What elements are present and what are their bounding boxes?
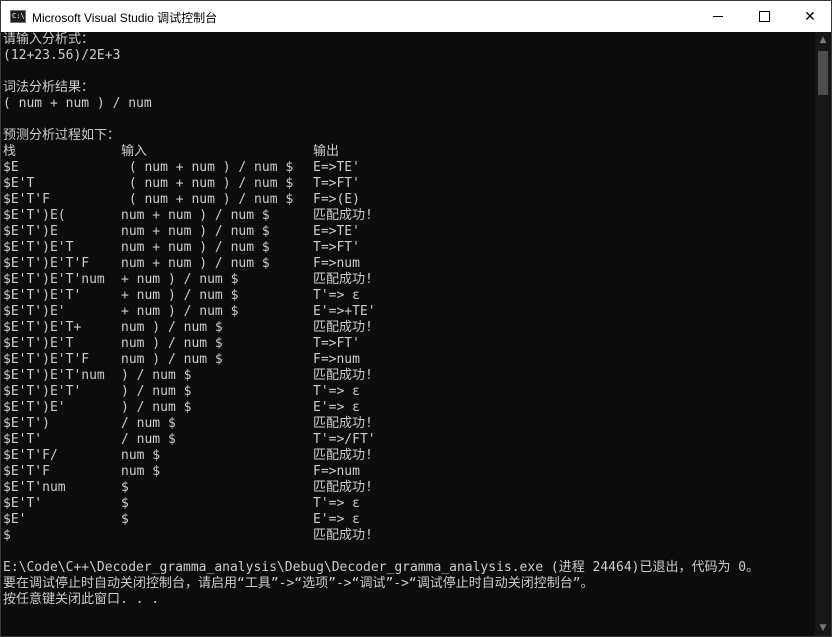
stack-column-header: 栈 — [3, 144, 17, 159]
analysis-output-cell: E=>TE' — [313, 224, 360, 239]
analysis-output-cell: F=>num — [313, 256, 360, 271]
analysis-stack-cell: $E'T')E' — [3, 304, 66, 319]
analysis-stack-cell: $E'T')E'T — [3, 240, 74, 255]
analysis-output-cell: E'=>+TE' — [313, 304, 376, 319]
analysis-output-cell: 匹配成功! — [313, 368, 373, 383]
analysis-output-cell: 匹配成功! — [313, 480, 373, 495]
analysis-stack-cell: $E'T')E'T — [3, 336, 74, 351]
console-line: (12+23.56)/2E+3 — [3, 48, 121, 63]
analysis-stack-cell: $E'T — [3, 176, 35, 191]
vertical-scrollbar[interactable]: ▲ ▼ — [815, 32, 831, 636]
analysis-input-cell: num + num ) / num $ — [121, 208, 270, 223]
analysis-input-cell: ) / num $ — [121, 384, 192, 399]
analysis-stack-cell: $E'T')E — [3, 224, 58, 239]
analysis-output-cell: T'=> ε — [313, 288, 360, 303]
analysis-input-cell: num $ — [121, 464, 161, 479]
analysis-stack-cell: $E' — [3, 512, 27, 527]
input-column-header: 输入 — [121, 144, 148, 159]
analysis-stack-cell: $E'T')E' — [3, 400, 66, 415]
console-line: 预测分析过程如下： — [3, 128, 121, 143]
close-icon: ✕ — [804, 8, 816, 25]
console-line: ( num + num ) / num — [3, 96, 152, 111]
output-column-header: 输出 — [313, 144, 340, 159]
analysis-stack-cell: $ — [3, 528, 11, 543]
analysis-output-cell: 匹配成功! — [313, 528, 373, 543]
analysis-input-cell: ( num + num ) / num $ — [121, 176, 294, 191]
analysis-stack-cell: $E'T')E'T' — [3, 288, 82, 303]
analysis-output-cell: 匹配成功! — [313, 208, 373, 223]
analysis-output-cell: 匹配成功! — [313, 320, 373, 335]
analysis-output-cell: 匹配成功! — [313, 416, 373, 431]
analysis-stack-cell: $E'T')E'T' — [3, 384, 82, 399]
minimize-button[interactable] — [695, 1, 741, 32]
analysis-stack-cell: $E'T' — [3, 496, 43, 511]
analysis-input-cell: num ) / num $ — [121, 320, 223, 335]
close-button[interactable]: ✕ — [787, 1, 831, 32]
analysis-stack-cell: $E'T')E( — [3, 208, 66, 223]
debug-console-window: C:\ Microsoft Visual Studio 调试控制台 ✕ 请输入分… — [0, 0, 832, 637]
analysis-input-cell: + num ) / num $ — [121, 304, 239, 319]
analysis-input-cell: / num $ — [121, 416, 176, 431]
analysis-input-cell: num + num ) / num $ — [121, 256, 270, 271]
scroll-thumb[interactable] — [818, 51, 828, 95]
analysis-input-cell: num + num ) / num $ — [121, 240, 270, 255]
analysis-output-cell: 匹配成功! — [313, 448, 373, 463]
analysis-output-cell: T'=>/FT' — [313, 432, 376, 447]
analysis-stack-cell: $E'T'F — [3, 464, 50, 479]
analysis-stack-cell: $E'T')E'T'num — [3, 272, 105, 287]
console-line: 词法分析结果： — [3, 80, 95, 95]
window-title: Microsoft Visual Studio 调试控制台 — [32, 11, 218, 25]
analysis-stack-cell: $E'T'num — [3, 480, 66, 495]
maximize-icon — [758, 11, 770, 22]
analysis-stack-cell: $E'T')E'T'num — [3, 368, 105, 383]
analysis-input-cell: $ — [121, 496, 129, 511]
console-footer-line: 按任意键关闭此窗口. . . — [3, 592, 160, 607]
maximize-button[interactable] — [741, 1, 787, 32]
analysis-input-cell: / num $ — [121, 432, 176, 447]
analysis-input-cell: $ — [121, 480, 129, 495]
analysis-input-cell: ( num + num ) / num $ — [121, 192, 294, 207]
analysis-stack-cell: $E'T'F — [3, 192, 50, 207]
analysis-input-cell: + num ) / num $ — [121, 288, 239, 303]
analysis-stack-cell: $E — [3, 160, 19, 175]
analysis-output-cell: 匹配成功! — [313, 272, 373, 287]
analysis-input-cell: ) / num $ — [121, 400, 192, 415]
analysis-input-cell: + num ) / num $ — [121, 272, 239, 287]
console-footer-line: E:\Code\C++\Decoder_gramma_analysis\Debu… — [3, 560, 760, 575]
analysis-input-cell: num + num ) / num $ — [121, 224, 270, 239]
analysis-output-cell: T'=> ε — [313, 384, 360, 399]
analysis-output-cell: T=>FT' — [313, 336, 360, 351]
analysis-output-cell: E'=> ε — [313, 512, 360, 527]
analysis-input-cell: num ) / num $ — [121, 336, 223, 351]
console-output[interactable]: 请输入分析式： (12+23.56)/2E+3 词法分析结果：( num + num… — [1, 32, 814, 636]
title-bar[interactable]: C:\ Microsoft Visual Studio 调试控制台 ✕ — [1, 1, 831, 32]
analysis-output-cell: F=>num — [313, 352, 360, 367]
analysis-input-cell: num ) / num $ — [121, 352, 223, 367]
analysis-output-cell: T=>FT' — [313, 240, 360, 255]
analysis-stack-cell: $E'T')E'T+ — [3, 320, 82, 335]
analysis-stack-cell: $E'T'F/ — [3, 448, 58, 463]
console-footer-line: 要在调试停止时自动关闭控制台，请启用“工具”->“选项”->“调试”->“调试停… — [3, 576, 594, 591]
analysis-input-cell: ) / num $ — [121, 368, 192, 383]
analysis-input-cell: num $ — [121, 448, 161, 463]
analysis-output-cell: T=>FT' — [313, 176, 360, 191]
analysis-output-cell: E'=> ε — [313, 400, 360, 415]
analysis-input-cell: $ — [121, 512, 129, 527]
minimize-icon — [713, 16, 723, 17]
analysis-stack-cell: $E'T')E'T'F — [3, 352, 90, 367]
analysis-stack-cell: $E'T' — [3, 432, 43, 447]
analysis-output-cell: F=>(E) — [313, 192, 360, 207]
console-line: 请输入分析式： — [3, 32, 95, 47]
scroll-down-icon[interactable]: ▼ — [815, 620, 831, 636]
console-app-icon: C:\ — [10, 10, 26, 23]
analysis-stack-cell: $E'T')E'T'F — [3, 256, 90, 271]
analysis-output-cell: F=>num — [313, 464, 360, 479]
analysis-output-cell: T'=> ε — [313, 496, 360, 511]
analysis-output-cell: E=>TE' — [313, 160, 360, 175]
analysis-input-cell: ( num + num ) / num $ — [121, 160, 294, 175]
scroll-up-icon[interactable]: ▲ — [815, 32, 831, 48]
analysis-stack-cell: $E'T') — [3, 416, 50, 431]
